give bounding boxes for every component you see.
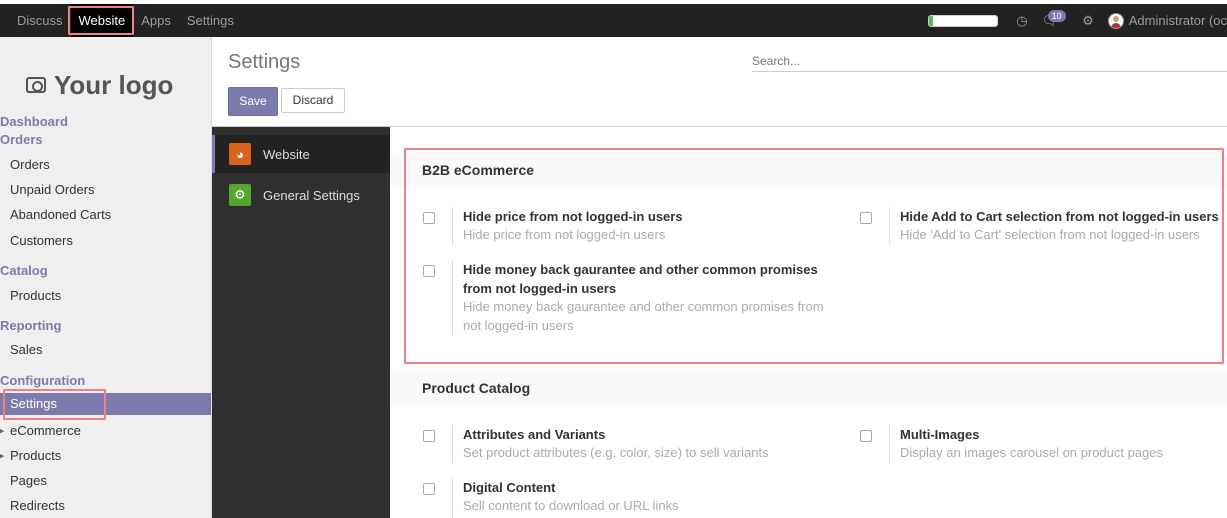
section-header-b2b: B2B eCommerce xyxy=(390,153,1227,187)
setting-desc-hide-money-back-2: not logged-in users xyxy=(463,318,574,333)
setting-title-hide-money-back-2: from not logged-in users xyxy=(463,281,617,296)
discard-button[interactable]: Discard xyxy=(281,88,345,113)
setting-title-attributes-variants: Attributes and Variants xyxy=(463,427,606,442)
menu-item-unpaid-orders[interactable]: Unpaid Orders xyxy=(10,182,95,197)
setting-desc-digital-content: Sell content to download or URL links xyxy=(463,498,679,513)
divider xyxy=(889,425,890,463)
chat-icon[interactable]: 🗨10 xyxy=(1042,9,1066,29)
divider xyxy=(452,260,453,335)
menu-section-catalog: Catalog xyxy=(0,263,48,278)
menu-item-settings[interactable]: Settings xyxy=(0,393,211,415)
menu-item-ecommerce[interactable]: eCommerce xyxy=(10,423,81,438)
tab-general-settings[interactable]: ⚙ General Settings xyxy=(212,176,390,214)
menu-item-redirects[interactable]: Redirects xyxy=(10,498,65,513)
checkbox-hide-price[interactable] xyxy=(423,212,435,224)
settings-app-tabs: ◕ Website ⚙ General Settings xyxy=(212,127,390,518)
menu-apps[interactable]: Apps xyxy=(133,4,179,37)
menu-item-orders[interactable]: Orders xyxy=(10,157,50,172)
globe-icon: ◕ xyxy=(229,143,251,165)
menu-section-configuration: Configuration xyxy=(0,373,86,388)
setting-desc-multi-images: Display an images carousel on product pa… xyxy=(900,445,1164,460)
top-navbar: Discuss Website Apps Settings ◷ 🗨10 ⚙ Ad… xyxy=(0,4,1227,37)
setting-desc-hide-add-to-cart: Hide 'Add to Cart' selection from not lo… xyxy=(900,227,1200,242)
progress-bar xyxy=(928,14,999,27)
menu-item-sales[interactable]: Sales xyxy=(10,342,43,357)
tab-website-label: Website xyxy=(263,146,310,162)
menu-website[interactable]: Website xyxy=(70,4,134,37)
navbar-right: ◷ 🗨10 ⚙ Administrator (oc xyxy=(928,4,1227,37)
progress-fill xyxy=(929,15,934,26)
divider xyxy=(452,478,453,518)
menu-section-reporting: Reporting xyxy=(0,318,62,333)
search-input[interactable] xyxy=(752,50,1227,72)
setting-desc-hide-money-back-1: Hide money back gaurantee and other comm… xyxy=(463,299,824,314)
tab-general-settings-label: General Settings xyxy=(263,187,360,203)
setting-title-hide-money-back-1: Hide money back gaurantee and other comm… xyxy=(463,262,818,277)
menu-section-orders: Orders xyxy=(0,132,43,147)
menu-settings[interactable]: Settings xyxy=(179,4,242,37)
page-title: Settings xyxy=(228,51,301,73)
setting-title-hide-price: Hide price from not logged-in users xyxy=(463,209,683,224)
menu-item-customers[interactable]: Customers xyxy=(10,233,73,248)
divider xyxy=(452,207,453,245)
menu-item-pages[interactable]: Pages xyxy=(10,473,47,488)
setting-desc-attributes-variants: Set product attributes (e.g. color, size… xyxy=(463,445,769,460)
gear-icon: ⚙ xyxy=(229,184,251,206)
avatar[interactable] xyxy=(1107,12,1124,29)
menu-item-abandoned-carts[interactable]: Abandoned Carts xyxy=(10,207,111,222)
setting-title-multi-images: Multi-Images xyxy=(900,427,980,442)
left-sidebar: Your logo Dashboard Orders Orders Unpaid… xyxy=(0,37,212,518)
caret-right-icon: ▶ xyxy=(0,453,5,460)
checkbox-hide-add-to-cart[interactable] xyxy=(860,212,872,224)
caret-right-icon: ▶ xyxy=(0,428,5,435)
chat-count-badge: 10 xyxy=(1047,9,1066,22)
logo[interactable]: Your logo xyxy=(10,53,192,117)
setting-title-hide-add-to-cart: Hide Add to Cart selection from not logg… xyxy=(900,209,1219,224)
checkbox-hide-money-back[interactable] xyxy=(423,265,435,277)
section-header-product-catalog: Product Catalog xyxy=(390,371,1227,405)
checkbox-multi-images[interactable] xyxy=(860,430,872,442)
settings-content: B2B eCommerce Hide price from not logged… xyxy=(390,127,1227,518)
menu-discuss[interactable]: Discuss xyxy=(0,4,71,37)
logo-text: Your logo xyxy=(54,69,174,100)
divider xyxy=(452,425,453,463)
divider xyxy=(889,207,890,245)
menu-dashboard[interactable]: Dashboard xyxy=(0,114,68,129)
save-button[interactable]: Save xyxy=(228,87,278,116)
tab-website[interactable]: ◕ Website xyxy=(212,135,390,173)
user-menu[interactable]: Administrator (oc xyxy=(1129,13,1227,28)
setting-title-digital-content: Digital Content xyxy=(463,480,556,495)
setting-desc-hide-price: Hide price from not logged-in users xyxy=(463,227,666,242)
camera-icon xyxy=(26,77,46,93)
control-panel: Settings Save Discard xyxy=(212,37,1227,127)
menu-item-config-products[interactable]: Products xyxy=(10,448,61,463)
checkbox-attributes-variants[interactable] xyxy=(423,430,435,442)
checkbox-digital-content[interactable] xyxy=(423,483,435,495)
clock-icon[interactable]: ◷ xyxy=(1016,13,1027,29)
menu-item-products[interactable]: Products xyxy=(10,288,61,303)
bug-icon[interactable]: ⚙ xyxy=(1082,13,1094,29)
